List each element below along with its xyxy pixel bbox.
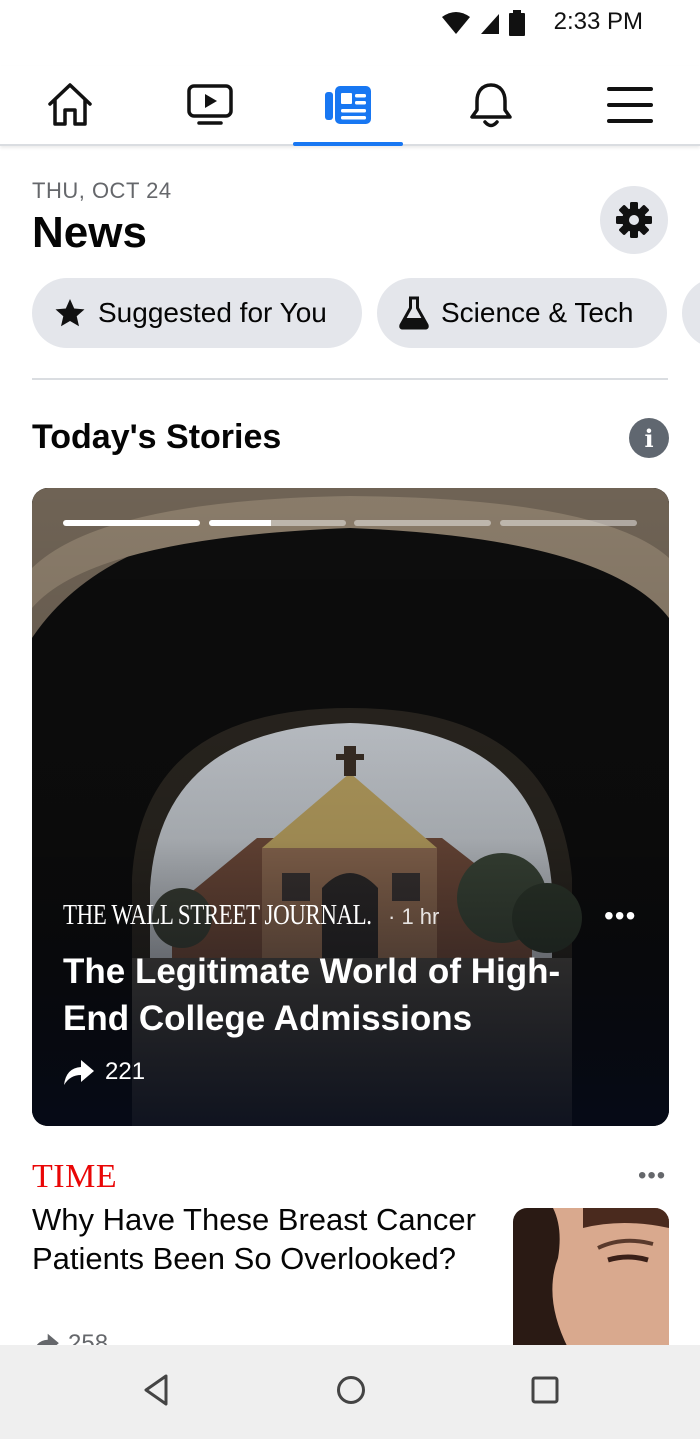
home-icon (48, 83, 92, 126)
chip-label: Suggested for You (98, 297, 327, 328)
status-icons (441, 10, 525, 36)
menu-icon (607, 87, 653, 123)
story-share-button[interactable]: 221 (63, 1058, 145, 1086)
section-title: Today's Stories (32, 418, 282, 456)
flask-icon (399, 296, 429, 330)
progress-fill-2 (209, 520, 271, 526)
recents-icon[interactable] (530, 1373, 560, 1407)
chip-science-tech[interactable]: Science & Tech (377, 278, 667, 348)
chip-label: Science & Tech (441, 297, 634, 328)
signal-icon (481, 14, 499, 34)
story-card[interactable]: THE WALL STREET JOURNAL. · 1 hr ••• The … (32, 488, 669, 1126)
chip-suggested[interactable]: Suggested for You (32, 278, 362, 348)
progress-fill-1 (63, 520, 200, 526)
progress-bar-4 (500, 520, 637, 526)
article-headline[interactable]: Why Have These Breast Cancer Patients Be… (32, 1200, 482, 1278)
thumbnail-image (513, 1208, 669, 1348)
system-nav-bar (0, 1345, 700, 1439)
article-source[interactable]: TIME (32, 1158, 117, 1196)
info-glyph: i (644, 423, 654, 453)
progress-bar-2 (209, 520, 346, 526)
status-time: 2:33 PM (553, 8, 643, 35)
back-icon[interactable] (142, 1373, 170, 1407)
watch-icon (187, 84, 233, 125)
article-more-button[interactable]: ••• (638, 1162, 666, 1190)
tab-news[interactable] (293, 66, 403, 146)
story-time: · 1 hr (388, 904, 440, 929)
home-circle-icon[interactable] (335, 1373, 367, 1407)
story-share-count: 221 (105, 1058, 146, 1085)
battery-icon (509, 10, 525, 36)
wifi-icon (442, 12, 470, 34)
story-more-button[interactable]: ••• (604, 900, 636, 932)
story-source[interactable]: THE WALL STREET JOURNAL. (63, 900, 372, 932)
settings-button[interactable] (600, 186, 668, 254)
date-label: THU, OCT 24 (32, 178, 172, 203)
tab-menu[interactable] (575, 66, 685, 144)
chip-more[interactable] (682, 278, 700, 348)
tab-notifications[interactable] (436, 66, 546, 144)
progress-bar-1 (63, 520, 200, 526)
bell-icon (470, 83, 512, 128)
story-headline[interactable]: The Legitimate World of High-End College… (63, 948, 623, 1042)
tab-watch[interactable] (155, 66, 265, 144)
status-bar: 2:33 PM (0, 0, 700, 46)
info-icon[interactable]: i (629, 418, 669, 458)
article-thumbnail[interactable] (513, 1208, 669, 1348)
news-icon (325, 86, 371, 124)
page-title: News (32, 208, 147, 257)
top-nav (0, 66, 700, 146)
progress-bar-3 (354, 520, 491, 526)
divider (32, 378, 668, 380)
share-icon (64, 1060, 94, 1085)
star-icon (55, 299, 85, 327)
category-chips: Suggested for You Science & Tech (32, 278, 700, 348)
tab-home[interactable] (15, 66, 125, 144)
gear-icon (616, 202, 652, 238)
